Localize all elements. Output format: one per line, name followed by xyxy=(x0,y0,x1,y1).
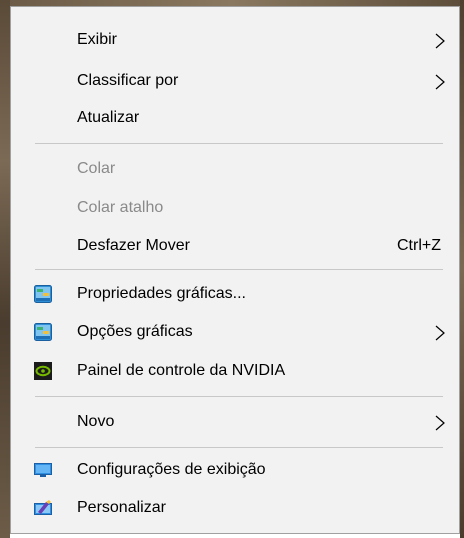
menu-item-painel-nvidia[interactable]: Painel de controle da NVIDIA xyxy=(11,352,459,390)
menu-item-label: Colar atalho xyxy=(77,199,164,216)
chevron-right-icon xyxy=(435,74,445,90)
nvidia-icon xyxy=(34,362,52,380)
desktop-context-menu: Exibir Classificar por Atualizar Colar C… xyxy=(10,6,460,534)
menu-item-label: Propriedades gráficas... xyxy=(77,285,246,302)
menu-separator xyxy=(35,447,443,448)
chevron-right-icon xyxy=(435,415,445,431)
menu-item-propriedades-graficas[interactable]: Propriedades gráficas... xyxy=(11,275,459,313)
menu-item-label: Configurações de exibição xyxy=(77,461,266,478)
desktop-wallpaper-right xyxy=(460,0,464,538)
menu-separator xyxy=(35,269,443,270)
menu-item-label: Desfazer Mover xyxy=(77,237,190,254)
menu-item-classificar-por[interactable]: Classificar por xyxy=(11,62,459,100)
menu-item-atualizar[interactable]: Atualizar xyxy=(11,99,459,137)
menu-separator xyxy=(35,143,443,144)
menu-item-configuracoes-exibicao[interactable]: Configurações de exibição xyxy=(11,451,459,489)
menu-item-personalizar[interactable]: Personalizar xyxy=(11,489,459,527)
menu-separator xyxy=(35,396,443,397)
menu-item-colar: Colar xyxy=(11,150,459,188)
intel-graphics-icon xyxy=(34,323,52,341)
menu-item-novo[interactable]: Novo xyxy=(11,403,459,441)
menu-item-desfazer-mover[interactable]: Desfazer Mover Ctrl+Z xyxy=(11,227,459,265)
display-icon xyxy=(34,463,52,477)
menu-item-opcoes-graficas[interactable]: Opções gráficas xyxy=(11,313,459,351)
desktop-wallpaper-left xyxy=(0,0,10,538)
menu-item-label: Painel de controle da NVIDIA xyxy=(77,362,286,379)
chevron-right-icon xyxy=(435,33,445,49)
menu-item-exibir[interactable]: Exibir xyxy=(11,21,459,59)
menu-item-label: Atualizar xyxy=(77,109,140,126)
menu-item-shortcut: Ctrl+Z xyxy=(397,237,441,254)
intel-graphics-icon xyxy=(34,285,52,303)
menu-item-label: Opções gráficas xyxy=(77,323,193,340)
chevron-right-icon xyxy=(435,325,445,341)
menu-item-label: Classificar por xyxy=(77,72,179,89)
menu-item-colar-atalho: Colar atalho xyxy=(11,189,459,227)
menu-item-label: Colar xyxy=(77,160,116,177)
menu-item-label: Novo xyxy=(77,413,115,430)
personalize-icon xyxy=(34,500,52,515)
menu-item-label: Personalizar xyxy=(77,499,166,516)
menu-item-label: Exibir xyxy=(77,31,118,48)
